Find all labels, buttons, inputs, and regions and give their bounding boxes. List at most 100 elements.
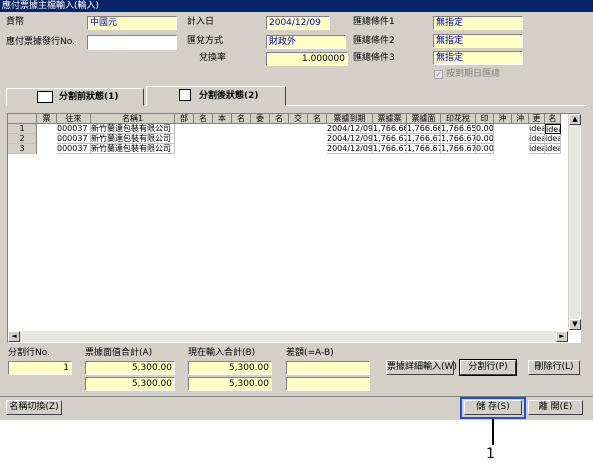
detail-input-button[interactable]: 票據詳細輸入(W) xyxy=(386,360,457,375)
cond2-label: 匯總條件2 xyxy=(353,36,395,46)
cell-code[interactable]: 000037 xyxy=(57,134,91,144)
currency-field[interactable]: 中國元 xyxy=(87,16,177,30)
current-total-field-2: 5,300.00 xyxy=(188,377,272,391)
document-icon xyxy=(179,89,191,101)
cond2-field[interactable]: 無指定 xyxy=(433,34,523,48)
scroll-left-icon[interactable]: ◄ xyxy=(8,331,20,342)
col-header[interactable]: 本 xyxy=(213,114,232,124)
scroll-right-icon[interactable]: ► xyxy=(556,331,568,342)
cell-tax[interactable]: 1,766.67 xyxy=(441,134,476,144)
cell-name[interactable]: 新竹蘭達包裝有限公司 xyxy=(91,134,175,144)
cell-name[interactable]: 新竹蘭達包裝有限公司 xyxy=(91,124,175,134)
cell-code[interactable]: 000037 xyxy=(57,144,91,154)
cell-amount[interactable]: 1,766.66 xyxy=(373,124,407,134)
grid-horizontal-scrollbar[interactable]: ◄ ► xyxy=(8,331,568,342)
scroll-down-icon[interactable]: ▼ xyxy=(569,319,581,330)
col-header[interactable]: 委 xyxy=(251,114,270,124)
callout-number: 1 xyxy=(486,446,495,462)
tab-before-split[interactable]: 分割前狀態(1) xyxy=(6,88,144,106)
due-date-summary-label: 按到期日匯總 xyxy=(446,69,501,79)
col-header[interactable]: 更 xyxy=(529,114,545,124)
col-header[interactable]: 沖 xyxy=(494,114,512,124)
col-header[interactable]: 名稱1 xyxy=(91,114,175,124)
difference-label: 差額(=A-B) xyxy=(286,348,334,358)
tab-after-split[interactable]: 分割後狀態(2) xyxy=(146,86,286,106)
cell-tax[interactable]: 1,766.67 xyxy=(441,144,476,154)
col-header[interactable]: 交 xyxy=(289,114,308,124)
split-rows-label: 分割行No. xyxy=(8,348,50,358)
cell-stamp[interactable]: 0.00 xyxy=(476,124,494,134)
cell-name2[interactable]: idea xyxy=(545,144,561,154)
cell-face[interactable]: 1,766.67 xyxy=(407,144,441,154)
split-row-button[interactable]: 分割行(P) xyxy=(459,359,517,376)
difference-field xyxy=(286,361,370,375)
cell-name[interactable]: 新竹蘭達包裝有限公司 xyxy=(91,144,175,154)
cell-due[interactable]: 2004/12/09 xyxy=(327,144,373,154)
current-total-field: 5,300.00 xyxy=(188,361,272,375)
issuer-no-label: 應付票據發行No. xyxy=(6,37,75,47)
split-rows-field[interactable]: 1 xyxy=(8,361,72,375)
cell-name2[interactable]: idea xyxy=(545,124,561,134)
currency-label: 貨幣 xyxy=(6,17,25,27)
cell-face[interactable]: 1,766.66 xyxy=(407,124,441,134)
issuer-no-field[interactable] xyxy=(87,35,177,50)
cell-due[interactable]: 2004/12/09 xyxy=(327,134,373,144)
col-header[interactable]: 名 xyxy=(308,114,327,124)
cond3-field[interactable]: 無指定 xyxy=(433,51,523,65)
col-header[interactable]: 往來 xyxy=(57,114,91,124)
exchange-rate-label: 兌換率 xyxy=(199,53,227,63)
col-header[interactable]: 名 xyxy=(270,114,289,124)
grid-vertical-scrollbar[interactable]: ▲ ▼ xyxy=(568,114,581,330)
cell-due[interactable]: 2004/12/09 xyxy=(327,124,373,134)
col-header[interactable]: 名 xyxy=(232,114,251,124)
exchange-rate-field[interactable]: 1.000000 xyxy=(266,52,348,66)
close-button[interactable]: 離 開(E) xyxy=(528,400,583,415)
row-number[interactable]: 3 xyxy=(8,144,37,154)
cell-name2[interactable]: idea xyxy=(545,134,561,144)
col-header[interactable]: 票 xyxy=(37,114,57,124)
cell-face[interactable]: 1,766.67 xyxy=(407,134,441,144)
difference-field-2 xyxy=(286,377,370,391)
cell-code[interactable]: 000037 xyxy=(57,124,91,134)
row-number[interactable]: 2 xyxy=(8,134,37,144)
col-header[interactable]: 部 xyxy=(175,114,194,124)
face-total-label: 票據面值合計(A) xyxy=(85,348,153,358)
cell-stamp[interactable]: 0.00 xyxy=(476,144,494,154)
cell-amount[interactable]: 1,766.67 xyxy=(373,144,407,154)
cell-stamp[interactable]: 0.00 xyxy=(476,134,494,144)
tab-after-split-label: 分割後狀態(2) xyxy=(199,91,259,101)
col-header[interactable]: 印 xyxy=(476,114,494,124)
col-header[interactable]: 票據票 xyxy=(373,114,407,124)
exchange-method-field[interactable]: 財政外 xyxy=(266,35,346,49)
col-header[interactable]: 印花稅 xyxy=(441,114,476,124)
window-title: 應付票據主檔輸入(輸入) xyxy=(0,0,593,12)
app-window: 應付票據主檔輸入(輸入) 貨幣 中國元 計入日 2004/12/09 匯總條件1… xyxy=(0,0,593,420)
posting-date-label: 計入日 xyxy=(187,17,215,27)
callout-line xyxy=(492,419,494,445)
exchange-method-label: 匯兌方式 xyxy=(187,36,224,46)
due-date-summary-checkbox[interactable]: ✓ xyxy=(434,70,443,79)
col-header[interactable]: 名 xyxy=(545,114,561,124)
name-switch-button[interactable]: 名稱切換(Z) xyxy=(6,400,62,415)
col-header[interactable]: 名 xyxy=(194,114,213,124)
col-header[interactable]: 沖 xyxy=(512,114,529,124)
cell-update[interactable]: idea xyxy=(529,124,545,134)
cell-tax[interactable]: 1,766.65 xyxy=(441,124,476,134)
row-number[interactable]: 1 xyxy=(8,124,37,134)
delete-row-button[interactable]: 刪除行(L) xyxy=(528,360,580,375)
grid-corner xyxy=(8,114,37,124)
cond1-label: 匯總條件1 xyxy=(353,17,395,27)
col-header[interactable]: 票據面 xyxy=(407,114,441,124)
cell-update[interactable]: idea xyxy=(529,134,545,144)
cond3-label: 匯總條件3 xyxy=(353,53,395,63)
cell-amount[interactable]: 1,766.67 xyxy=(373,134,407,144)
face-total-field: 5,300.00 xyxy=(85,361,175,375)
save-highlight-box xyxy=(460,397,526,419)
split-grid[interactable]: 票 往來 名稱1 部 名 本 名 委 名 交 名 票據到期 票據票 票據面 印花… xyxy=(7,113,581,343)
tab-before-split-label: 分割前狀態(1) xyxy=(59,92,119,102)
scroll-up-icon[interactable]: ▲ xyxy=(569,114,581,125)
posting-date-field[interactable]: 2004/12/09 xyxy=(266,16,330,30)
cond1-field[interactable]: 無指定 xyxy=(433,16,523,30)
cell-update[interactable]: idea xyxy=(529,144,545,154)
col-header[interactable]: 票據到期 xyxy=(327,114,373,124)
